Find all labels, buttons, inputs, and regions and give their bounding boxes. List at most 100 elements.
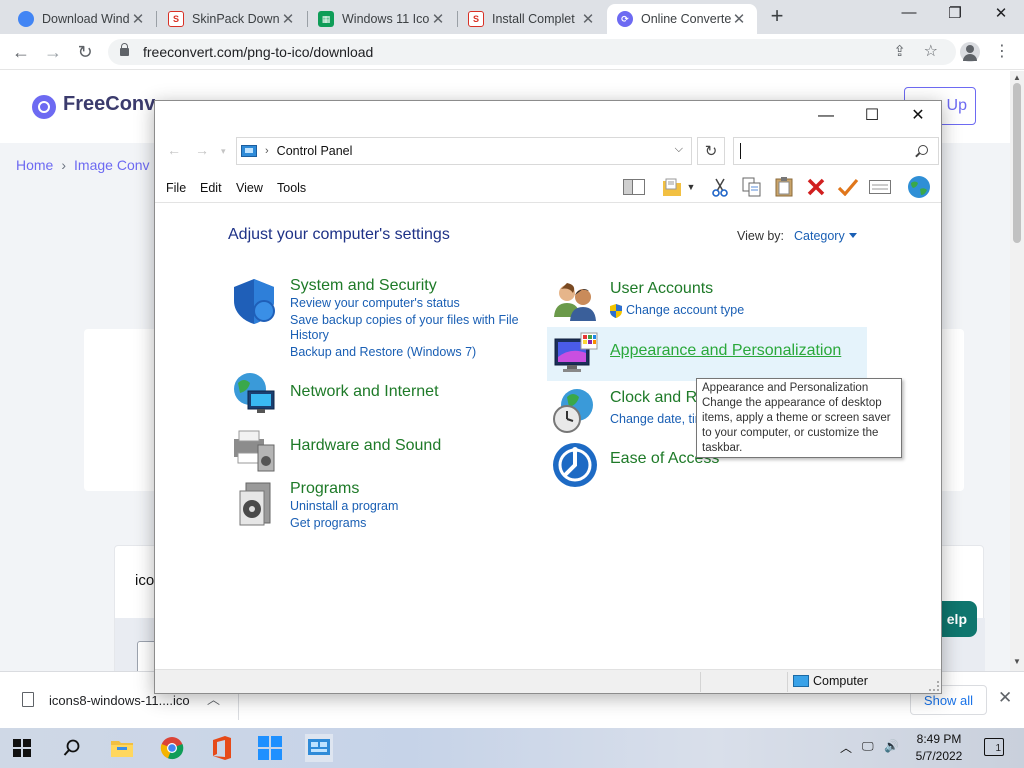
programs-disc-icon[interactable] — [230, 479, 278, 527]
search-icon[interactable] — [918, 145, 928, 155]
network-icon[interactable]: 🖵 — [862, 739, 874, 754]
view-by-dropdown[interactable]: Category — [794, 229, 857, 243]
minimize-button[interactable]: — — [886, 4, 932, 26]
address-text[interactable]: Control Panel — [277, 144, 353, 158]
preview-pane-icon[interactable] — [622, 176, 646, 198]
properties-icon[interactable] — [868, 176, 892, 198]
uninstall-program-link[interactable]: Uninstall a program — [290, 499, 398, 513]
reload-button[interactable]: ↻ — [73, 40, 97, 64]
chevron-down-icon[interactable]: ▼ — [684, 176, 698, 198]
chevron-down-icon[interactable]: ⌵ — [675, 143, 683, 156]
tab-install-complete[interactable]: S Install Complet ✕ — [458, 4, 606, 34]
system-clock[interactable]: 8:49 PM 5/7/2022 — [904, 731, 974, 765]
maximize-button[interactable]: ☐ — [849, 105, 895, 127]
close-window-button[interactable]: ✕ — [978, 4, 1024, 26]
back-arrow-icon[interactable]: ← — [167, 142, 181, 158]
clock-globe-icon[interactable] — [551, 387, 599, 435]
printer-speaker-icon[interactable] — [230, 425, 278, 473]
shield-icon[interactable] — [230, 277, 278, 325]
close-tab-icon[interactable]: ✕ — [731, 10, 747, 28]
tab-separator — [156, 11, 157, 27]
close-downloads-icon[interactable]: ✕ — [998, 688, 1012, 708]
backup-restore-link[interactable]: Backup and Restore (Windows 7) — [290, 345, 476, 359]
file-history-link-cont[interactable]: History — [290, 328, 329, 342]
review-status-link[interactable]: Review your computer's status — [290, 296, 460, 310]
new-folder-icon[interactable] — [660, 176, 684, 198]
close-tab-icon[interactable]: ✕ — [280, 10, 296, 28]
resize-grip[interactable] — [929, 681, 939, 691]
control-panel-taskbar-icon[interactable] — [305, 734, 333, 762]
menu-file[interactable]: File — [166, 181, 186, 195]
address-bar[interactable]: freeconvert.com/png-to-ico/download ⇪ ☆ — [108, 39, 956, 65]
scroll-up-arrow-icon[interactable]: ▲ — [1013, 73, 1021, 82]
menu-tools[interactable]: Tools — [277, 181, 306, 195]
page-scrollbar[interactable]: ▲ ▼ — [1010, 71, 1024, 671]
ease-of-access-icon[interactable] — [551, 441, 599, 489]
profile-avatar[interactable] — [960, 42, 980, 62]
new-tab-button[interactable]: + — [766, 5, 788, 28]
scrollbar-thumb[interactable] — [1013, 83, 1021, 243]
scroll-down-arrow-icon[interactable]: ▼ — [1013, 657, 1021, 666]
close-window-button[interactable]: ✕ — [895, 105, 941, 127]
download-filename[interactable]: icons8-windows-11....ico — [49, 693, 190, 708]
bookmark-star-icon[interactable]: ☆ — [924, 41, 938, 61]
search-input[interactable] — [733, 137, 939, 165]
back-button[interactable]: ← — [9, 40, 33, 64]
address-breadcrumb[interactable]: › Control Panel ⌵ — [236, 137, 692, 165]
file-explorer-icon[interactable] — [108, 734, 136, 762]
delete-icon[interactable] — [804, 176, 828, 198]
recent-locations-icon[interactable]: ▾ — [221, 146, 226, 157]
chevron-up-icon[interactable]: ︿ — [840, 739, 852, 756]
status-bar: Computer — [155, 669, 941, 693]
change-account-type-link[interactable]: Change account type — [626, 303, 744, 317]
forward-button[interactable]: → — [41, 40, 65, 64]
globe-icon[interactable] — [907, 176, 931, 198]
breadcrumb-image-converter[interactable]: Image Conv — [74, 157, 149, 173]
refresh-icon[interactable]: ↻ — [697, 137, 725, 165]
cut-scissors-icon[interactable] — [708, 176, 732, 198]
user-accounts-title[interactable]: User Accounts — [610, 280, 713, 298]
network-globe-icon[interactable] — [230, 371, 278, 419]
copy-icon[interactable] — [740, 176, 764, 198]
kebab-menu-icon[interactable]: ⋮ — [990, 40, 1014, 64]
paste-icon[interactable] — [772, 176, 796, 198]
brand-name[interactable]: FreeConv — [63, 93, 155, 116]
tab-skinpack-download[interactable]: S SkinPack Downl ✕ — [158, 4, 306, 34]
close-tab-icon[interactable]: ✕ — [430, 10, 446, 28]
chrome-icon[interactable] — [158, 734, 186, 762]
chevron-right-icon[interactable]: › — [265, 145, 269, 157]
sheets-icon: ▦ — [318, 11, 334, 27]
windows-11-icon[interactable] — [256, 734, 284, 762]
tab-online-converter[interactable]: ⟳ Online Converte ✕ — [607, 4, 757, 34]
office-icon[interactable] — [208, 734, 236, 762]
appearance-personalization-title[interactable]: Appearance and Personalization — [610, 342, 841, 360]
appearance-monitor-icon[interactable] — [551, 331, 599, 379]
notification-center-icon[interactable]: 1 — [984, 738, 1004, 756]
volume-icon[interactable]: 🔊 — [884, 739, 899, 753]
minimize-button[interactable]: — — [803, 105, 849, 127]
clock-region-title[interactable]: Clock and Re — [610, 389, 706, 407]
start-windows-icon[interactable] — [8, 734, 36, 762]
change-date-time-link[interactable]: Change date, tim — [610, 412, 705, 426]
menu-view[interactable]: View — [236, 181, 263, 195]
checkmark-icon[interactable] — [836, 176, 860, 198]
tab-download-windows[interactable]: Download Wind ✕ — [8, 4, 156, 34]
tab-windows-11-icons[interactable]: ▦ Windows 11 Ico ✕ — [308, 4, 456, 34]
file-history-link[interactable]: Save backup copies of your files with Fi… — [290, 313, 519, 327]
users-icon[interactable] — [551, 279, 599, 327]
programs-title[interactable]: Programs — [290, 480, 359, 498]
search-icon[interactable] — [58, 734, 86, 762]
menu-edit[interactable]: Edit — [200, 181, 222, 195]
share-icon[interactable]: ⇪ — [893, 42, 906, 60]
close-tab-icon[interactable]: ✕ — [130, 10, 146, 28]
forward-arrow-icon[interactable]: → — [195, 142, 209, 158]
get-programs-link[interactable]: Get programs — [290, 516, 366, 530]
window-titlebar[interactable]: — ☐ ✕ — [155, 101, 941, 131]
hardware-sound-title[interactable]: Hardware and Sound — [290, 437, 441, 455]
restore-button[interactable]: ❐ — [932, 4, 978, 26]
breadcrumb-home[interactable]: Home — [16, 157, 53, 173]
system-security-title[interactable]: System and Security — [290, 277, 437, 295]
close-tab-icon[interactable]: ✕ — [580, 10, 596, 28]
network-internet-title[interactable]: Network and Internet — [290, 383, 439, 401]
freeconvert-logo-icon[interactable] — [32, 95, 56, 119]
